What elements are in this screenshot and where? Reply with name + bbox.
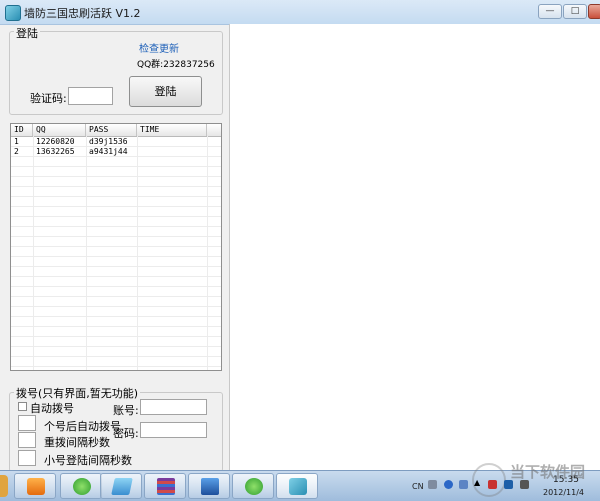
- dial-group-title: 拨号(只有界面,暂无功能): [14, 385, 141, 401]
- auto-dial-label: 自动拨号: [30, 402, 74, 415]
- empty-table-row: [11, 237, 221, 247]
- empty-table-row: [11, 267, 221, 277]
- taskbar-ie[interactable]: [60, 473, 102, 499]
- check-update-link[interactable]: 检查更新: [139, 40, 179, 55]
- empty-table-row: [11, 357, 221, 367]
- empty-table-row: [11, 177, 221, 187]
- taskbar-current-app[interactable]: [276, 473, 318, 499]
- empty-table-row: [11, 257, 221, 267]
- empty-table-row: [11, 187, 221, 197]
- col-qq-header[interactable]: QQ: [33, 124, 86, 136]
- empty-table-row: [11, 167, 221, 177]
- empty-table-row: [11, 327, 221, 337]
- help-icon[interactable]: [444, 480, 453, 489]
- media-player-icon: [27, 478, 45, 495]
- empty-table-row: [11, 297, 221, 307]
- password-input[interactable]: [140, 422, 207, 438]
- col-id-header[interactable]: ID: [11, 124, 33, 136]
- archive-icon: [157, 478, 175, 495]
- browser-icon: [73, 478, 91, 495]
- captcha-input[interactable]: [68, 87, 113, 105]
- table-header: ID QQ PASS TIME: [11, 124, 221, 137]
- empty-table-row: [11, 287, 221, 297]
- clock-date[interactable]: 2012/11/4: [543, 488, 584, 497]
- cell-id: 2: [14, 147, 19, 156]
- app-icon: [289, 478, 307, 495]
- captcha-label: 验证码:: [30, 92, 67, 105]
- taskbar-media-player[interactable]: [14, 473, 56, 499]
- cell-pass: a9431j44: [89, 147, 128, 156]
- folder-icon: [111, 478, 133, 495]
- empty-table-row: [11, 307, 221, 317]
- empty-table-row: [11, 227, 221, 237]
- empty-table-row: [11, 317, 221, 327]
- alert-flag-icon[interactable]: [488, 480, 497, 489]
- auto-after-count-input[interactable]: [18, 415, 36, 431]
- empty-table-row: [11, 347, 221, 357]
- settings-icon[interactable]: [459, 480, 468, 489]
- network-icon: [201, 478, 219, 495]
- language-indicator[interactable]: CN: [412, 482, 424, 491]
- clock-time[interactable]: 15:35: [553, 475, 579, 485]
- empty-table-row: [11, 277, 221, 287]
- window-title: 墙防三国忠刷活跃 V1.2: [24, 7, 141, 20]
- minimize-button[interactable]: —: [538, 4, 562, 19]
- content-pane: [229, 24, 600, 470]
- cell-id: 1: [14, 137, 19, 146]
- small-login-interval-input[interactable]: [18, 450, 36, 466]
- maximize-button[interactable]: □: [563, 4, 587, 19]
- account-table[interactable]: ID QQ PASS TIME 1 12260820 d39j1536 2 13…: [10, 123, 222, 371]
- empty-table-row: [11, 207, 221, 217]
- keyboard-icon[interactable]: [428, 480, 437, 489]
- close-button[interactable]: [588, 4, 600, 19]
- table-row[interactable]: 1 12260820 d39j1536: [11, 137, 221, 147]
- browser-icon: [245, 478, 263, 495]
- cell-qq: 12260820: [36, 137, 75, 146]
- col-time-header[interactable]: TIME: [137, 124, 207, 136]
- taskbar-ie-2[interactable]: [232, 473, 274, 499]
- redial-interval-input[interactable]: [18, 432, 36, 448]
- account-input[interactable]: [140, 399, 207, 415]
- cell-pass: d39j1536: [89, 137, 128, 146]
- start-button[interactable]: [0, 475, 8, 497]
- taskbar-network[interactable]: [188, 473, 230, 499]
- empty-table-row: [11, 217, 221, 227]
- login-group-title: 登陆: [14, 25, 40, 41]
- col-pass-header[interactable]: PASS: [86, 124, 137, 136]
- login-button[interactable]: 登陆: [129, 76, 202, 107]
- cell-qq: 13632265: [36, 147, 75, 156]
- empty-table-row: [11, 157, 221, 167]
- redial-interval-label: 重拨间隔秒数: [44, 436, 110, 449]
- table-row[interactable]: 2 13632265 a9431j44: [11, 147, 221, 157]
- empty-table-row: [11, 197, 221, 207]
- app-icon: [5, 5, 21, 21]
- small-login-interval-label: 小号登陆间隔秒数: [44, 454, 132, 467]
- empty-table-row: [11, 337, 221, 347]
- title-bar: 墙防三国忠刷活跃 V1.2 — □: [0, 0, 600, 25]
- account-label: 账号:: [113, 404, 139, 417]
- auto-after-label: 个号后自动拨号: [44, 420, 121, 433]
- password-label: 密码:: [113, 427, 139, 440]
- taskbar-winrar[interactable]: [144, 473, 186, 499]
- empty-table-row: [11, 247, 221, 257]
- expand-tray-icon[interactable]: ▲: [474, 478, 480, 487]
- qq-group-text: QQ群:232837256: [137, 60, 215, 70]
- auto-dial-checkbox[interactable]: [18, 402, 27, 411]
- empty-table-row: [11, 367, 221, 370]
- volume-icon[interactable]: [520, 480, 529, 489]
- taskbar-explorer[interactable]: [100, 473, 142, 499]
- network-tray-icon[interactable]: [504, 480, 513, 489]
